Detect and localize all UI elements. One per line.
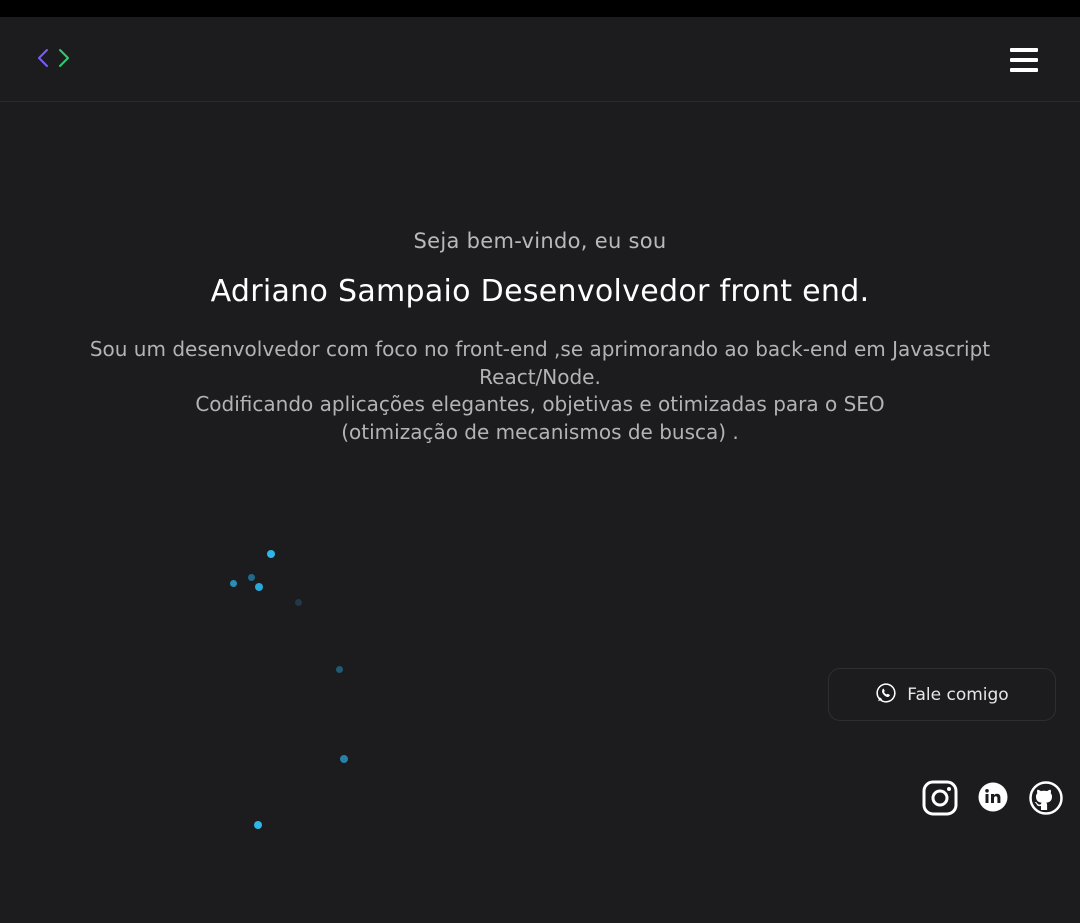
particle-dot	[340, 755, 348, 763]
hero-description-line: (otimização de mecanismos de busca) .	[341, 419, 739, 444]
linkedin-icon[interactable]	[975, 780, 1011, 816]
contact-button-label: Fale comigo	[907, 684, 1009, 705]
particle-dot	[336, 666, 343, 673]
particle-dot	[267, 550, 275, 558]
github-icon[interactable]	[1028, 780, 1064, 816]
hamburger-menu-icon[interactable]	[1008, 46, 1040, 74]
particle-dot	[255, 583, 263, 591]
particle-dot	[230, 580, 237, 587]
hero-greeting: Seja bem-vindo, eu sou	[413, 229, 667, 253]
hero-description-line: Codificando aplicações elegantes, objeti…	[195, 392, 885, 416]
particle-dot	[254, 821, 262, 829]
particle-dot	[248, 574, 255, 581]
hero-title: Adriano Sampaio Desenvolvedor front end.	[210, 274, 870, 309]
top-status-strip	[0, 0, 1080, 17]
contact-whatsapp-button[interactable]: Fale comigo	[828, 668, 1056, 721]
hero-description-line: Sou um desenvolvedor com foco no front-e…	[89, 337, 991, 361]
hero-description-line: React/Node.	[479, 364, 601, 389]
instagram-icon[interactable]	[922, 780, 958, 816]
whatsapp-icon	[875, 682, 897, 708]
navbar	[0, 17, 1080, 102]
code-brackets-icon[interactable]	[36, 46, 72, 70]
hero-description: Sou um desenvolvedor com foco no front-e…	[80, 336, 1000, 446]
particle-dot	[295, 599, 302, 606]
